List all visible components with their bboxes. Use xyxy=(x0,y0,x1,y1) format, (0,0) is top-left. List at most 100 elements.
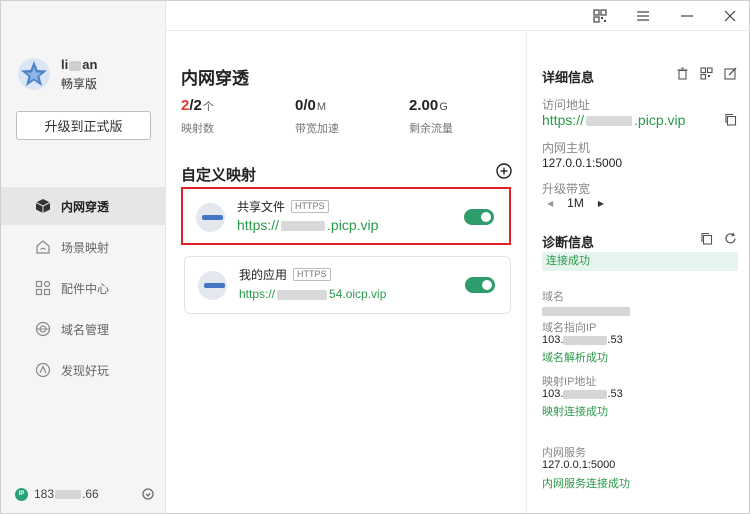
mapping-card-my-app[interactable]: 我的应用 HTTPS https:// 54.oicp.vip xyxy=(184,256,511,314)
ip-badge-icon: IP xyxy=(15,487,28,501)
compass-icon xyxy=(35,362,51,378)
detail-title: 详细信息 xyxy=(542,70,595,85)
service-label: 内网服务 xyxy=(542,447,586,459)
qr-code-icon[interactable] xyxy=(700,67,713,80)
copy-icon[interactable] xyxy=(700,232,713,245)
domain-resolve-status: 域名解析成功 xyxy=(542,352,608,364)
minimize-icon xyxy=(681,15,693,17)
globe-icon xyxy=(35,321,51,337)
upgrade-button[interactable]: 升级到正式版 xyxy=(16,111,151,140)
stat-value: /2 xyxy=(189,97,202,114)
sidebar-item-label: 配件中心 xyxy=(61,281,110,296)
stat-label: 剩余流量 xyxy=(409,123,453,135)
copy-icon[interactable] xyxy=(724,113,737,126)
stat-value: 2.00 xyxy=(409,97,439,114)
bandwidth-stepper[interactable]: ◀ 1M ▶ xyxy=(547,196,604,210)
app-window: li an 畅享版 升级到正式版 内网穿透 场景映射 配件中心 域名管理 发现好… xyxy=(0,0,750,514)
edit-icon[interactable] xyxy=(724,67,737,80)
ip-prefix: 103. xyxy=(542,334,564,346)
bandwidth-label: 升级带宽 xyxy=(542,182,591,196)
stat-bandwidth: 0/0M 带宽加速 xyxy=(295,97,339,136)
stat-unit: 个 xyxy=(202,101,214,113)
qr-code-icon xyxy=(593,9,607,23)
ip-suffix: .53 xyxy=(607,388,623,400)
domain-value xyxy=(542,304,630,318)
service-value: 127.0.0.1:5000 xyxy=(542,459,616,471)
page-title: 内网穿透 xyxy=(181,69,249,88)
menu-button[interactable] xyxy=(634,7,652,25)
redaction-mask xyxy=(69,60,82,71)
sidebar-item-label: 发现好玩 xyxy=(61,363,110,378)
avatar-star-icon[interactable] xyxy=(17,57,51,91)
refresh-icon[interactable] xyxy=(724,232,737,245)
close-icon xyxy=(724,10,736,22)
grid-icon xyxy=(35,280,51,296)
minimize-button[interactable] xyxy=(678,7,696,25)
detail-panel: 详细信息 访问地址 https:// .picp.vip 内网主机 127.0.0… xyxy=(526,32,749,513)
mapping-url[interactable]: https:// 54.oicp.vip xyxy=(239,287,386,301)
ip-suffix: .66 xyxy=(82,487,99,501)
sidebar-item-discover[interactable]: 发现好玩 xyxy=(1,351,166,389)
qr-code-button[interactable] xyxy=(591,7,609,25)
sidebar-item-domains[interactable]: 域名管理 xyxy=(1,310,166,348)
redaction-mask xyxy=(563,389,608,399)
domain-label: 域名 xyxy=(542,291,564,303)
bandwidth-value: 1M xyxy=(567,196,584,210)
mapping-icon xyxy=(198,271,227,300)
mapping-name: 共享文件 HTTPS xyxy=(237,198,329,215)
mapping-name: 我的应用 HTTPS xyxy=(239,266,331,283)
stat-unit: G xyxy=(439,101,448,113)
ip-prefix: 103. xyxy=(542,388,564,400)
url-suffix: .picp.vip xyxy=(327,217,379,233)
sidebar-nav: 内网穿透 场景映射 配件中心 域名管理 发现好玩 xyxy=(1,187,166,392)
protocol-badge: HTTPS xyxy=(293,268,331,281)
mapping-name-text: 共享文件 xyxy=(237,200,286,214)
mapping-name-text: 我的应用 xyxy=(239,268,288,282)
add-mapping-icon[interactable] xyxy=(496,163,512,179)
protocol-badge: HTTPS xyxy=(291,200,329,213)
ip-refresh-icon[interactable] xyxy=(141,487,155,501)
user-name: li an xyxy=(61,57,97,72)
trash-icon[interactable] xyxy=(676,67,689,80)
sidebar-item-label: 场景映射 xyxy=(61,240,110,255)
stat-mapping-count: 2/2个 映射数 xyxy=(181,97,214,136)
ip-prefix: 183 xyxy=(34,487,55,501)
redaction-mask xyxy=(542,307,630,317)
map-ip-value: 103. .53 xyxy=(542,388,623,400)
user-plan: 畅享版 xyxy=(61,77,98,91)
stat-traffic: 2.00G 剩余流量 xyxy=(409,97,453,136)
redaction-mask xyxy=(55,489,82,499)
main-panel: 内网穿透 2/2个 映射数 0/0M 带宽加速 2.00G 剩余流量 自定义映射… xyxy=(166,32,526,513)
redaction-mask xyxy=(277,289,328,300)
mapping-toggle[interactable] xyxy=(465,277,495,293)
user-name-prefix: li xyxy=(61,57,69,72)
ip-suffix: .53 xyxy=(607,334,623,346)
stat-label: 映射数 xyxy=(181,123,214,135)
decrease-icon[interactable]: ◀ xyxy=(547,199,553,208)
sidebar-item-scene[interactable]: 场景映射 xyxy=(1,228,166,266)
sidebar-item-intranet[interactable]: 内网穿透 xyxy=(1,187,166,225)
mapping-card-shared-files[interactable]: 共享文件 HTTPS https:// .picp.vip xyxy=(181,187,511,245)
host-label: 内网主机 xyxy=(542,141,591,155)
title-bar xyxy=(166,1,749,31)
stat-value: 0/0 xyxy=(295,97,316,114)
user-name-suffix: an xyxy=(82,57,98,72)
public-ip: IP 183 .66 xyxy=(15,487,99,501)
access-label: 访问地址 xyxy=(542,98,591,112)
map-ip-label: 映射IP地址 xyxy=(542,376,597,388)
redaction-mask xyxy=(563,335,608,345)
increase-icon[interactable]: ▶ xyxy=(598,199,604,208)
stat-label: 带宽加速 xyxy=(295,123,339,135)
url-suffix: 54.oicp.vip xyxy=(329,287,387,301)
sidebar-item-accessories[interactable]: 配件中心 xyxy=(1,269,166,307)
url-prefix: https:// xyxy=(542,112,585,128)
url-prefix: https:// xyxy=(237,217,280,233)
mapping-toggle[interactable] xyxy=(464,209,494,225)
cube-icon xyxy=(35,199,51,213)
mapping-url[interactable]: https:// .picp.vip xyxy=(237,217,378,233)
close-button[interactable] xyxy=(721,7,739,25)
diag-title: 诊断信息 xyxy=(542,235,595,250)
house-icon xyxy=(36,240,50,254)
map-connect-status: 映射连接成功 xyxy=(542,406,608,418)
access-url[interactable]: https:// .picp.vip xyxy=(542,112,685,128)
